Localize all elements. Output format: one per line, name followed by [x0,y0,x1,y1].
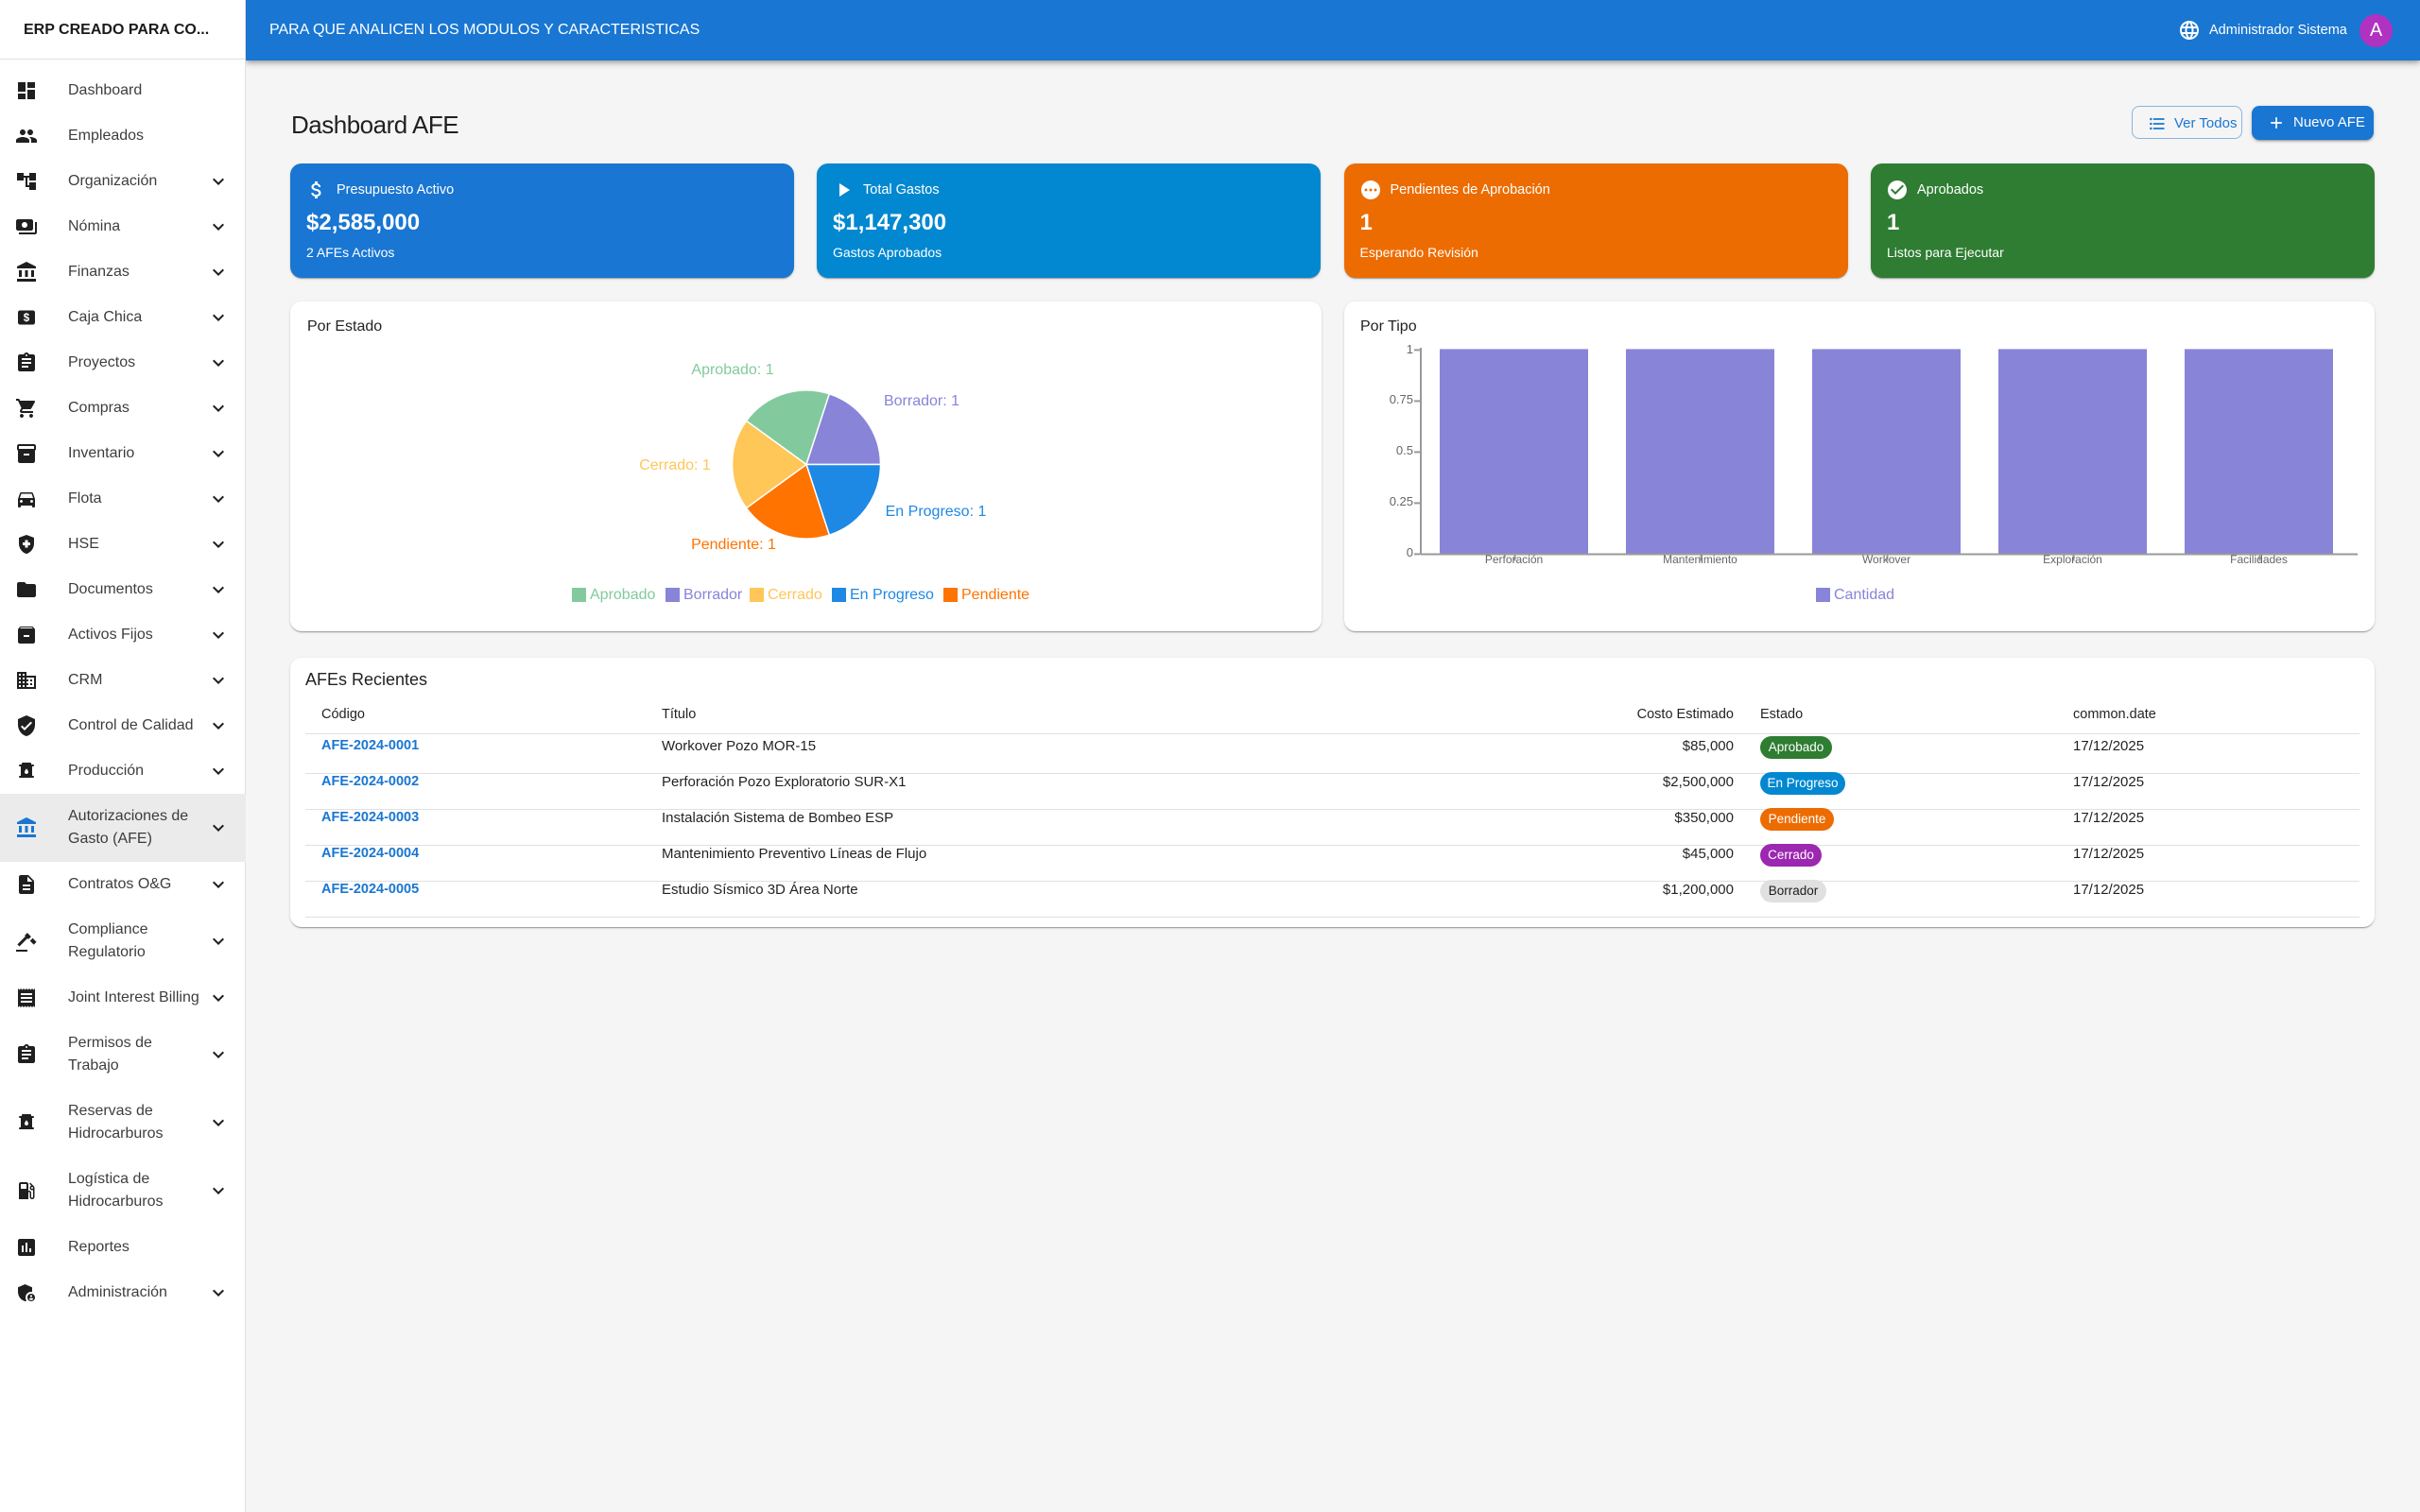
svg-text:$: $ [24,313,30,324]
